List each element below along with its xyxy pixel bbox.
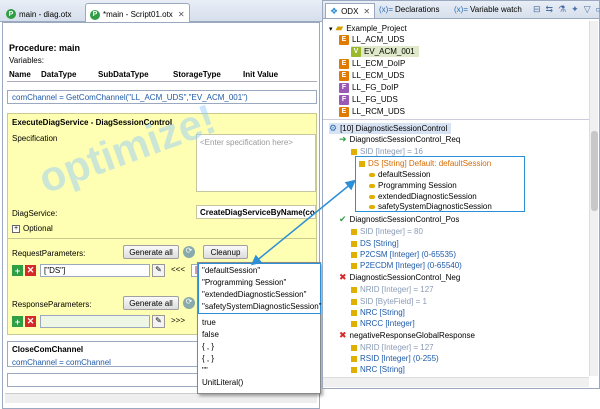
- connector-arrow: [250, 179, 357, 266]
